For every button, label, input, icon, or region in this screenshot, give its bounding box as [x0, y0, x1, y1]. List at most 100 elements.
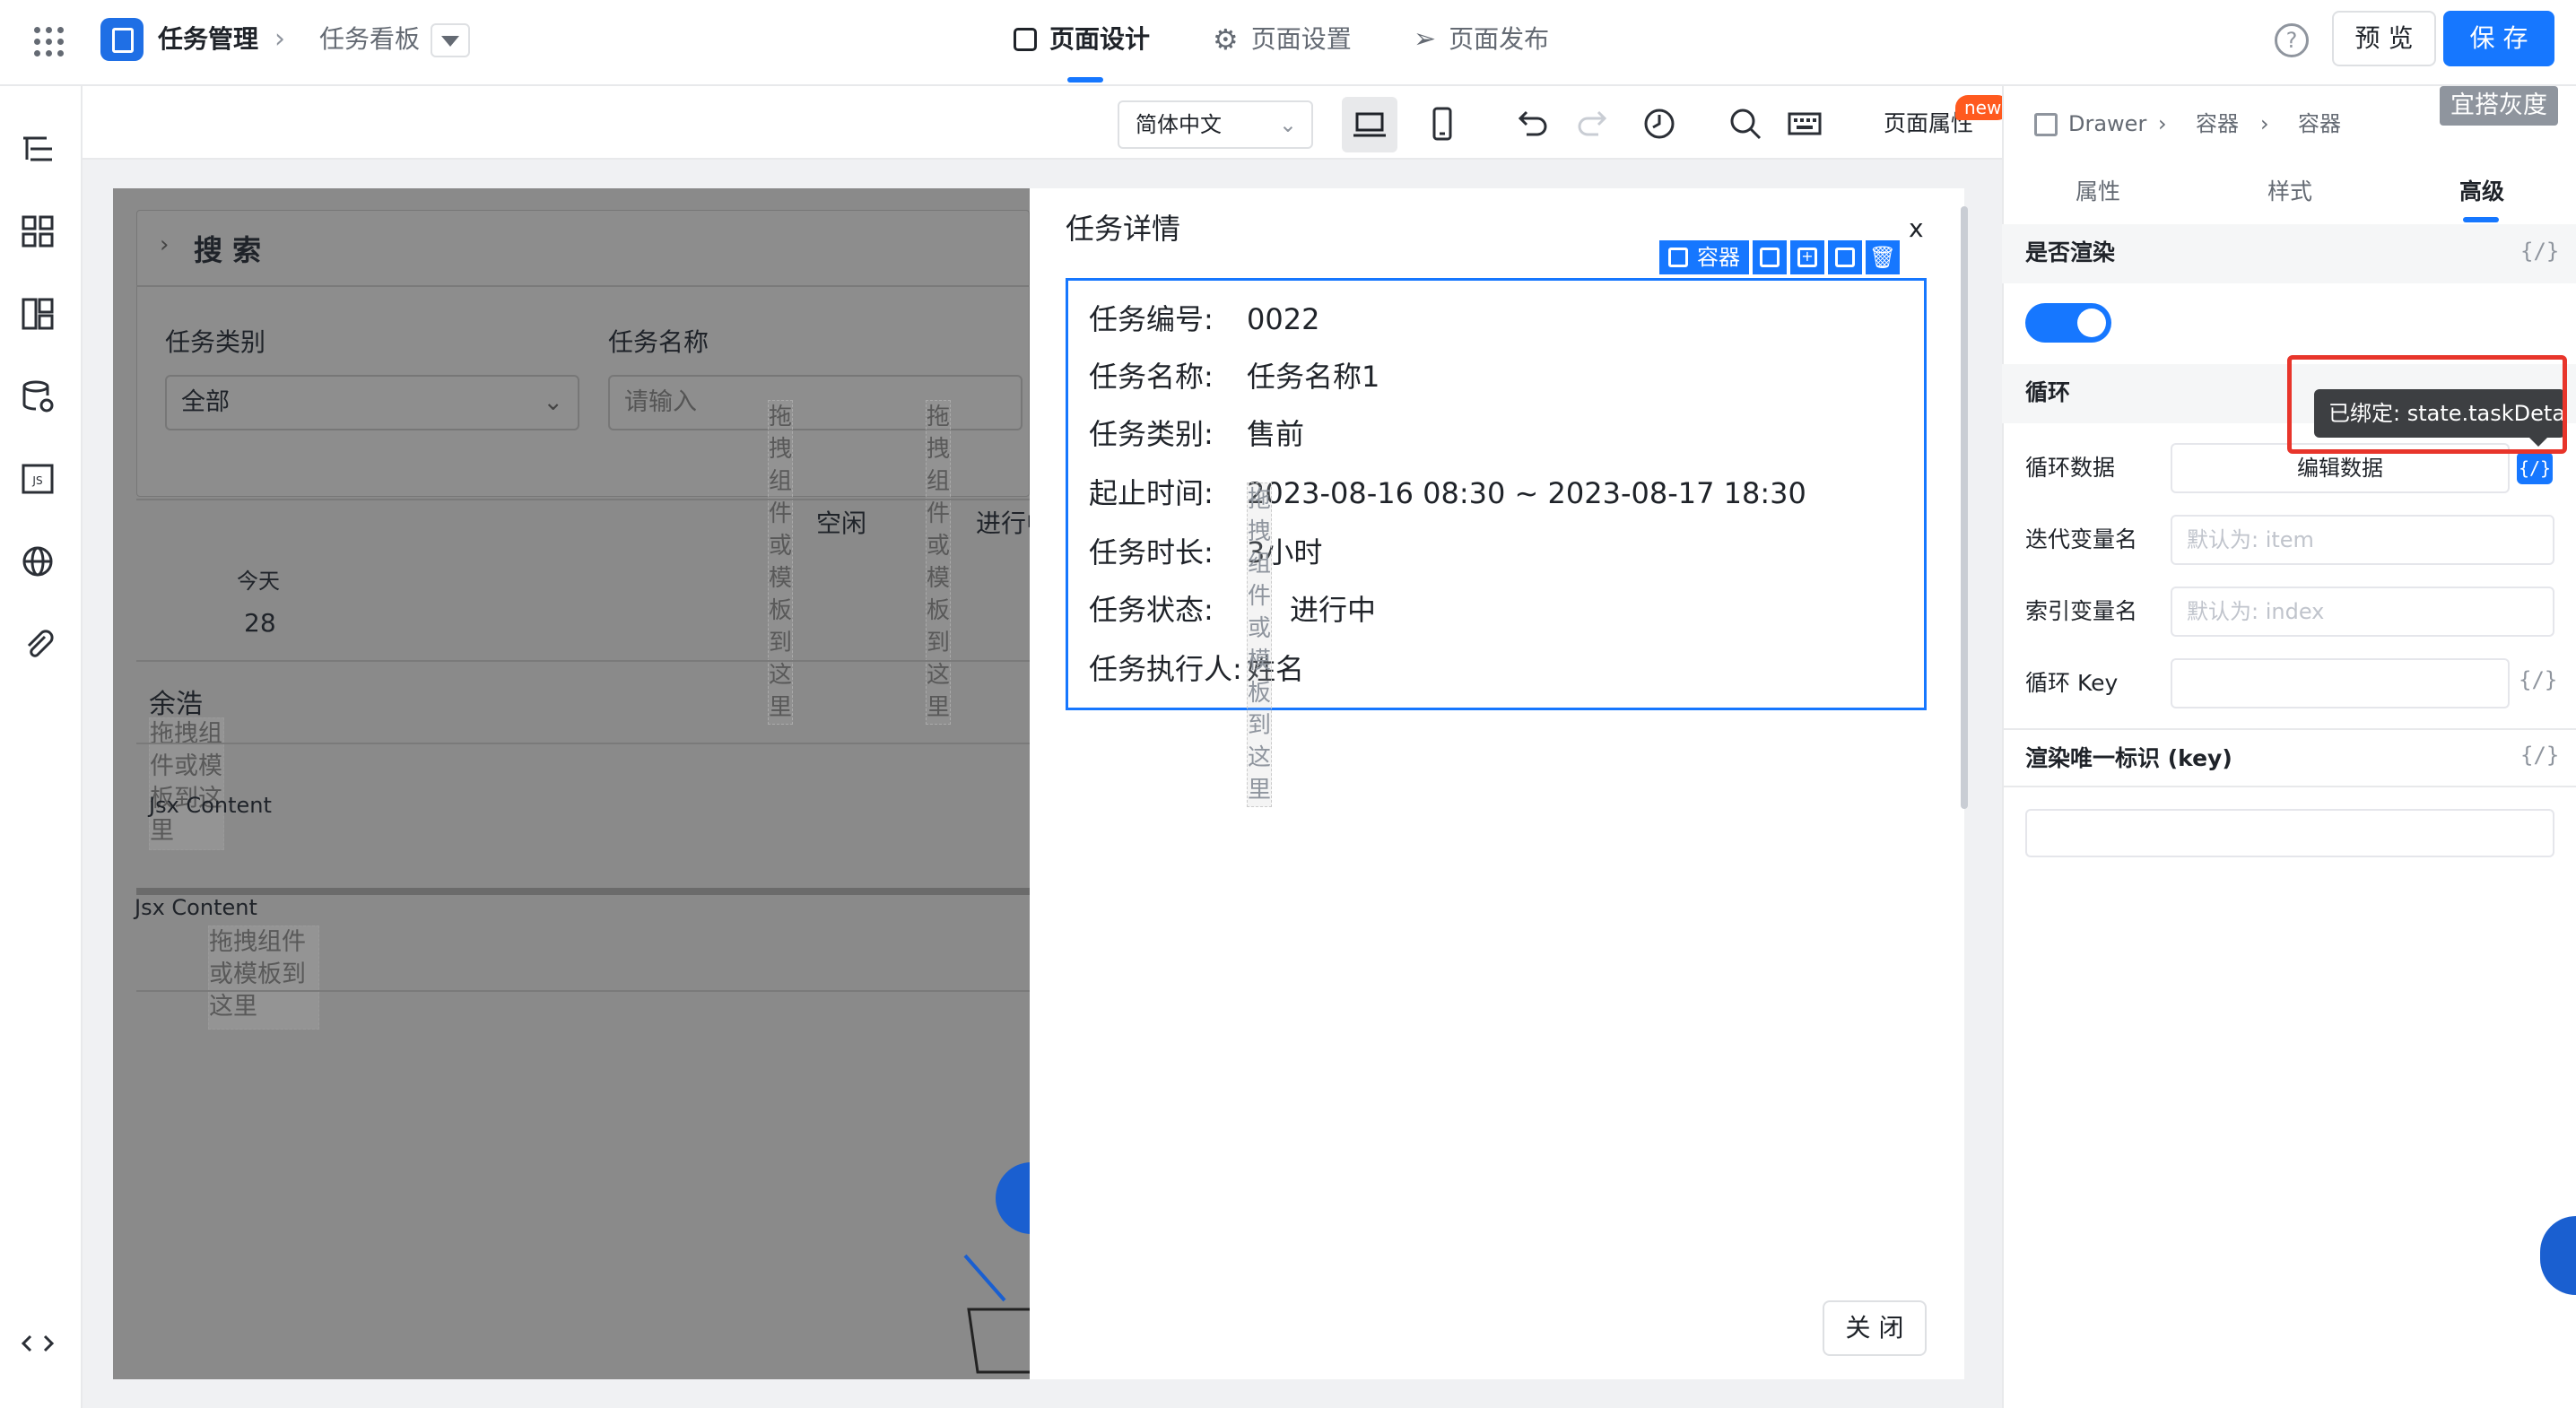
globe-icon[interactable]: [20, 543, 56, 579]
variable-bind-icon[interactable]: {/}: [2520, 743, 2559, 768]
variable-bind-icon[interactable]: {/}: [2519, 667, 2557, 692]
panel-breadcrumb-item[interactable]: 容器: [2196, 106, 2239, 142]
drop-zone-placeholder[interactable]: 拖拽组件或模板到这里: [149, 717, 224, 850]
person-name: 余浩: [149, 689, 203, 720]
selected-component-chip[interactable]: 容器: [1659, 240, 1749, 274]
key-section-title: 渲染唯一标识 (key): [2025, 745, 2232, 771]
loop-section-title: 循环: [2025, 379, 2071, 405]
render-key-input[interactable]: [2025, 809, 2554, 857]
drop-zone-placeholder[interactable]: 拖拽组件或模板到这里: [1247, 482, 1272, 807]
chevron-right-icon[interactable]: ›: [160, 231, 169, 258]
filter-type-label: 任务类别: [165, 327, 266, 357]
divider: [2002, 728, 2576, 730]
detail-label: 任务类别:: [1089, 417, 1214, 451]
components-icon[interactable]: [20, 213, 56, 249]
divider: [136, 660, 1030, 662]
detail-row-task-name: 任务名称: 任务名称1: [1089, 357, 1379, 396]
detail-label: 任务执行人:: [1089, 652, 1242, 686]
gray-release-badge: 宜搭灰度: [2440, 86, 2558, 126]
delete-icon[interactable]: 🗑: [1866, 240, 1900, 274]
preview-button[interactable]: 预 览: [2332, 11, 2436, 66]
undo-icon[interactable]: [1512, 104, 1552, 143]
panel-tab-style[interactable]: 样式: [2267, 174, 2312, 210]
panel-tab-props[interactable]: 属性: [2076, 174, 2120, 210]
search-card: [136, 210, 1030, 497]
selection-toolbar: 容器 + 🗑: [1659, 240, 1900, 274]
add-icon[interactable]: +: [1790, 240, 1824, 274]
search-icon[interactable]: [1726, 104, 1765, 143]
variable-bind-icon[interactable]: {/}: [2520, 239, 2559, 264]
outline-tree-icon[interactable]: [20, 131, 56, 167]
filter-name-input[interactable]: 请输入: [608, 375, 1023, 430]
status-idle-label: 空闲: [816, 508, 867, 538]
container-icon: [1668, 248, 1688, 267]
breadcrumb-page[interactable]: 任务看板: [319, 20, 420, 59]
drop-zone-placeholder[interactable]: 拖拽组件或模板到这里: [208, 926, 319, 1030]
filter-type-select[interactable]: 全部 ⌄: [165, 375, 579, 430]
drawer-close-button[interactable]: 关 闭: [1823, 1300, 1927, 1356]
breadcrumb-app[interactable]: 任务管理: [158, 20, 258, 59]
gear-icon: ⚙: [1213, 22, 1239, 56]
drop-zone-placeholder[interactable]: 拖拽组件或模板到这里: [768, 400, 793, 725]
iter-var-input[interactable]: 默认为: item: [2171, 515, 2554, 565]
empty-illustration: [963, 1162, 1031, 1374]
detail-row-status: 任务状态: 进行中: [1089, 590, 1376, 630]
index-var-label: 索引变量名: [2025, 598, 2138, 624]
render-section-title: 是否渲染: [2025, 239, 2116, 265]
jsx-content-label: Jsx Content: [135, 895, 257, 920]
page-switch-dropdown[interactable]: [431, 23, 470, 57]
drawer-close-icon[interactable]: x: [1909, 215, 1924, 242]
js-code-icon[interactable]: JS: [20, 461, 56, 497]
tab-page-publish[interactable]: ➢ 页面发布: [1414, 20, 1549, 59]
save-button[interactable]: 保 存: [2443, 11, 2554, 66]
drawer-scrollbar[interactable]: [1961, 206, 1968, 809]
source-code-icon[interactable]: [20, 1325, 56, 1361]
filter-name-label: 任务名称: [608, 327, 709, 357]
keyboard-icon[interactable]: [1785, 104, 1824, 143]
layout-icon: [1014, 28, 1037, 51]
tab-page-settings-label: 页面设置: [1250, 24, 1352, 54]
container-icon: [2034, 113, 2058, 136]
language-select[interactable]: 简体中文 ⌄: [1118, 100, 1313, 149]
desktop-icon: [1353, 112, 1386, 137]
pc-view-button[interactable]: [1342, 97, 1397, 152]
drawer-title: 任务详情: [1066, 212, 1181, 246]
app-grid-icon[interactable]: [34, 27, 65, 57]
select-parent-icon[interactable]: [1753, 240, 1787, 274]
detail-value: 2023-08-16 08:30 ~ 2023-08-17 18:30: [1247, 476, 1806, 510]
templates-icon[interactable]: [20, 296, 56, 332]
divider: [2002, 786, 2576, 787]
detail-value: 售前: [1247, 417, 1305, 451]
render-toggle[interactable]: [2025, 303, 2111, 343]
data-source-icon[interactable]: [20, 378, 56, 414]
panel-breadcrumb-item[interactable]: 容器: [2298, 106, 2341, 142]
detail-row-task-id: 任务编号: 0022: [1089, 300, 1319, 339]
copy-icon[interactable]: [1828, 240, 1862, 274]
chevron-down-icon: ⌄: [1278, 112, 1297, 137]
detail-value: 任务名称1: [1247, 360, 1380, 394]
loop-key-input[interactable]: [2171, 658, 2510, 708]
variable-bind-icon[interactable]: {/}: [2517, 452, 2553, 484]
today-date: 28: [244, 608, 276, 638]
today-label: 今天: [237, 569, 280, 594]
tab-page-publish-label: 页面发布: [1449, 24, 1550, 54]
drop-zone-placeholder[interactable]: 拖拽组件或模板到这里: [926, 400, 951, 725]
history-icon[interactable]: [1640, 104, 1679, 143]
detail-label: 任务编号:: [1089, 302, 1214, 336]
left-icon-rail: [0, 86, 83, 1408]
breadcrumb-separator-icon: ›: [274, 23, 285, 55]
help-icon[interactable]: ?: [2275, 23, 2309, 57]
redo-icon[interactable]: [1573, 104, 1613, 143]
attachment-icon[interactable]: [20, 626, 56, 662]
divider: [136, 499, 1030, 500]
mobile-view-icon[interactable]: [1423, 104, 1462, 143]
tab-page-settings[interactable]: ⚙ 页面设置: [1213, 20, 1352, 59]
panel-breadcrumb-item[interactable]: Drawer: [2068, 106, 2146, 142]
index-var-input[interactable]: 默认为: index: [2171, 587, 2554, 637]
send-icon: ➢: [1414, 23, 1437, 55]
detail-row-task-type: 任务类别: 售前: [1089, 414, 1304, 454]
tab-page-design[interactable]: 页面设计: [1014, 20, 1150, 59]
tab-active-indicator: [1067, 77, 1103, 83]
panel-tab-advanced[interactable]: 高级: [2459, 174, 2504, 210]
filter-name-placeholder: 请输入: [624, 388, 697, 416]
